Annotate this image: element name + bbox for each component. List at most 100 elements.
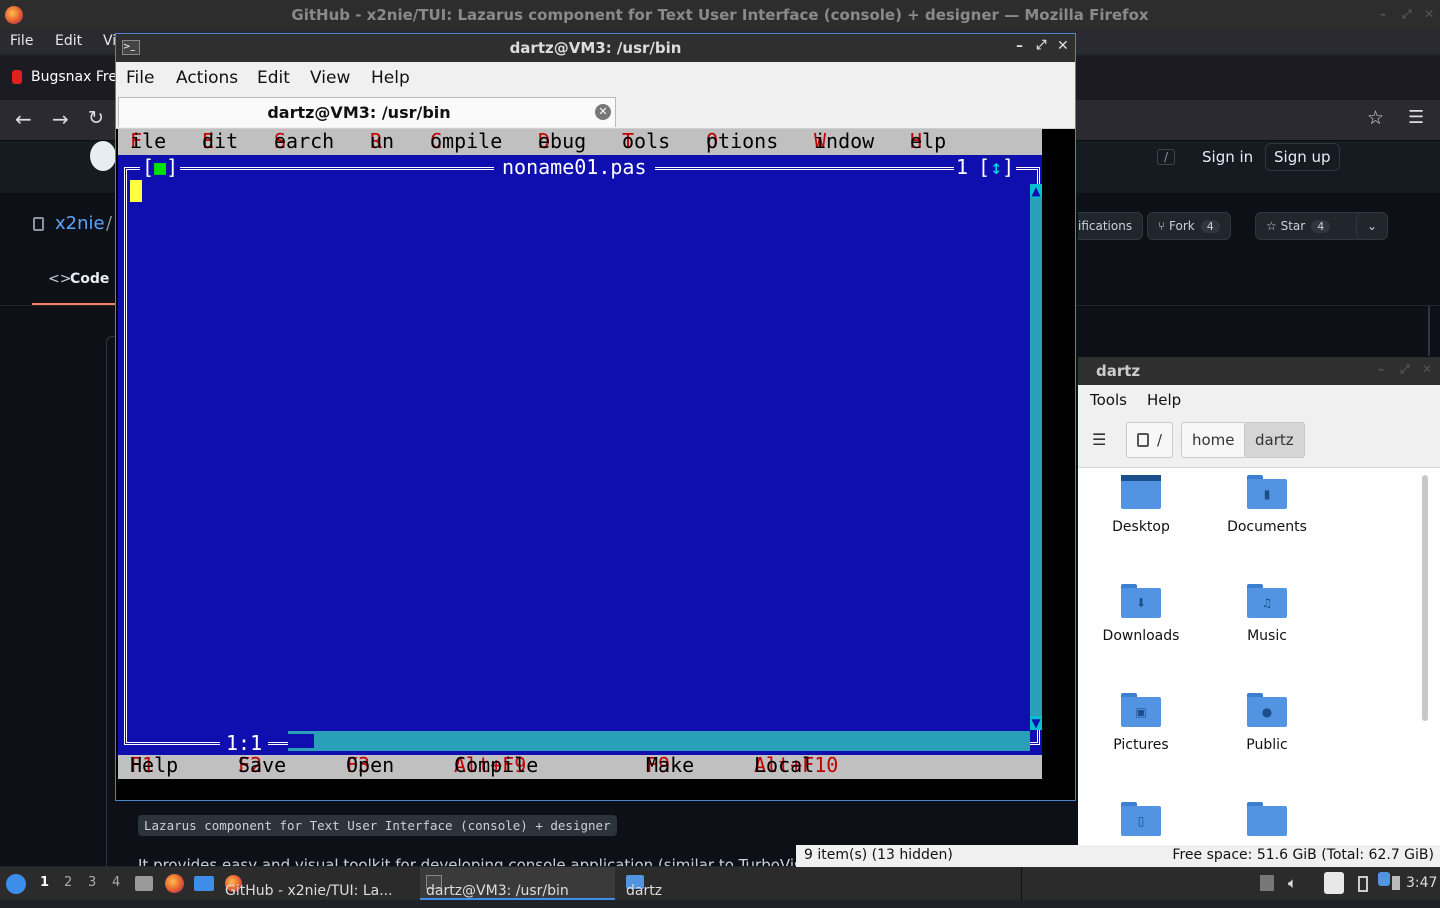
task-terminal[interactable]: dartz@VM3: /usr/bin bbox=[420, 867, 615, 900]
workspace-1[interactable]: 1 bbox=[40, 875, 49, 890]
tray-separator bbox=[1021, 867, 1022, 900]
terminal-menu-help[interactable]: Help bbox=[371, 68, 410, 88]
menu-label: ebug bbox=[538, 129, 587, 153]
volume-icon[interactable]: 🔈︎ bbox=[1288, 874, 1297, 892]
editor-vertical-scrollbar[interactable]: ▲ ▼ bbox=[1030, 184, 1042, 730]
terminal-menu-view[interactable]: View bbox=[310, 68, 350, 88]
workspace-3[interactable]: 3 bbox=[88, 875, 96, 890]
desktop-launcher-icon[interactable] bbox=[194, 876, 214, 891]
close-icon[interactable]: ✕ bbox=[1424, 7, 1434, 21]
tab-label: Bugsnax Fre bbox=[31, 69, 117, 85]
file-name: Desktop bbox=[1112, 519, 1170, 535]
repo-owner-link[interactable]: x2nie bbox=[55, 213, 105, 234]
path-root-button[interactable]: / bbox=[1126, 422, 1174, 458]
sign-up-button[interactable]: Sign up bbox=[1265, 143, 1340, 171]
minimize-icon[interactable]: – bbox=[1380, 7, 1386, 21]
workspace-2[interactable]: 2 bbox=[64, 875, 72, 890]
file-manager-window: dartz – ⤢ ✕ Tools Help ☰ / home dartz De… bbox=[796, 357, 1440, 867]
star-dropdown-button[interactable]: ⌄ bbox=[1356, 212, 1389, 240]
start-menu-icon[interactable] bbox=[6, 874, 26, 894]
fork-icon: ⑂ bbox=[1158, 219, 1170, 233]
list-item[interactable] bbox=[1204, 802, 1330, 836]
terminal-menu-file[interactable]: File bbox=[126, 68, 154, 88]
file-name: Music bbox=[1247, 628, 1287, 644]
tray-keyboard-icon[interactable] bbox=[1260, 875, 1274, 891]
editor-horizontal-scrollbar[interactable] bbox=[288, 731, 1030, 751]
forward-icon[interactable]: → bbox=[52, 107, 69, 131]
terminal-menu-actions[interactable]: Actions bbox=[176, 68, 238, 88]
list-item[interactable]: ♫ Music bbox=[1204, 584, 1330, 644]
battery-icon[interactable] bbox=[1358, 876, 1368, 892]
tab-code[interactable]: <> Code bbox=[32, 263, 116, 305]
close-icon[interactable]: ✕ bbox=[1422, 362, 1432, 376]
list-item[interactable]: ⬇ Downloads bbox=[1078, 584, 1204, 644]
bookmark-star-icon[interactable]: ☆ bbox=[1367, 107, 1384, 129]
fm-menu-tools[interactable]: Tools bbox=[1090, 391, 1127, 409]
chevron-down-icon: ⌄ bbox=[1367, 219, 1378, 233]
sign-in-link[interactable]: Sign in bbox=[1193, 143, 1262, 171]
scroll-left-icon[interactable] bbox=[288, 734, 314, 748]
editor-close-box[interactable]: [■] bbox=[140, 155, 181, 179]
path-segment: / bbox=[1157, 431, 1163, 449]
list-item[interactable]: ▯ bbox=[1078, 802, 1204, 836]
status-label: Make bbox=[646, 753, 695, 777]
list-item[interactable]: ▮ Documents bbox=[1204, 475, 1330, 535]
terminal-tabbar: dartz@VM3: /usr/bin ✕ bbox=[116, 96, 1075, 129]
workspace-4[interactable]: 4 bbox=[112, 875, 120, 890]
item-count: 9 item(s) (13 hidden) bbox=[804, 847, 953, 863]
editor-zoom-box[interactable]: 1 [↕] bbox=[954, 155, 1017, 179]
menu-label: ile bbox=[130, 129, 167, 153]
task-label: dartz bbox=[626, 883, 663, 899]
desktop-folder-icon bbox=[1121, 475, 1161, 509]
reload-icon[interactable]: ↻ bbox=[88, 107, 104, 129]
github-logo-icon[interactable] bbox=[90, 141, 116, 171]
terminal-menubar: File Actions Edit View Help bbox=[116, 62, 1075, 96]
list-view-icon[interactable]: ☰ bbox=[1092, 430, 1106, 449]
notifications-button[interactable]: ifications bbox=[1078, 212, 1144, 240]
network-icon[interactable] bbox=[1392, 876, 1400, 890]
fm-menu-help[interactable]: Help bbox=[1147, 391, 1181, 409]
tab-favicon-icon bbox=[12, 70, 22, 84]
clipboard-icon[interactable] bbox=[1324, 872, 1344, 894]
back-icon[interactable]: ← bbox=[15, 107, 32, 131]
maximize-icon[interactable]: ⤢ bbox=[1036, 38, 1046, 53]
file-grid-scrollbar[interactable] bbox=[1422, 475, 1428, 721]
about-panel-border bbox=[1428, 306, 1430, 356]
menu-file[interactable]: File bbox=[10, 33, 33, 49]
file-manager-launcher-icon[interactable] bbox=[135, 876, 153, 891]
file-manager-statusbar: 9 item(s) (13 hidden) Free space: 51.6 G… bbox=[796, 845, 1440, 867]
star-icon: ☆ bbox=[1266, 219, 1281, 233]
bracket: [ bbox=[142, 155, 155, 179]
minimize-icon[interactable]: – bbox=[1378, 362, 1384, 376]
firefox-launcher-icon[interactable] bbox=[165, 874, 184, 893]
hamburger-menu-icon[interactable]: ☰ bbox=[1408, 107, 1424, 128]
code-tab-label: Code bbox=[70, 271, 110, 287]
terminal-menu-edit[interactable]: Edit bbox=[257, 68, 290, 88]
terminal-tab[interactable]: dartz@VM3: /usr/bin ✕ bbox=[118, 97, 616, 127]
update-notifier-icon[interactable] bbox=[1378, 872, 1390, 886]
file-name: Documents bbox=[1227, 519, 1307, 535]
public-folder-icon: ● bbox=[1247, 693, 1287, 727]
cursor-position: 1:1 bbox=[220, 731, 269, 755]
minimize-icon[interactable]: – bbox=[1016, 38, 1023, 54]
zoom-icon: ↕ bbox=[990, 155, 1003, 179]
path-home-button[interactable]: home bbox=[1181, 422, 1246, 458]
status-label: Save bbox=[238, 753, 287, 777]
menu-edit[interactable]: Edit bbox=[55, 33, 82, 49]
list-item[interactable]: ● Public bbox=[1204, 693, 1330, 753]
drive-icon bbox=[1137, 433, 1149, 447]
maximize-icon[interactable]: ⤢ bbox=[1402, 7, 1412, 22]
scroll-down-icon[interactable]: ▼ bbox=[1030, 716, 1042, 730]
firefox-window-title: GitHub - x2nie/TUI: Lazarus component fo… bbox=[291, 6, 1149, 24]
close-icon[interactable]: ✕ bbox=[1057, 38, 1069, 54]
path-dartz-button[interactable]: dartz bbox=[1244, 422, 1305, 458]
tab-close-icon[interactable]: ✕ bbox=[595, 104, 611, 120]
firefox-titlebar: GitHub - x2nie/TUI: Lazarus component fo… bbox=[0, 0, 1440, 30]
list-item[interactable]: ▣ Pictures bbox=[1078, 693, 1204, 753]
maximize-icon[interactable]: ⤢ bbox=[1400, 362, 1410, 377]
scroll-up-icon[interactable]: ▲ bbox=[1030, 184, 1042, 198]
list-item[interactable]: Desktop bbox=[1078, 475, 1204, 535]
fork-button[interactable]: ⑂ Fork 4 bbox=[1147, 212, 1231, 240]
bugsnax-tab[interactable]: Bugsnax Fre bbox=[0, 64, 117, 92]
file-grid: Desktop ▮ Documents ⬇ Downloads ♫ Music … bbox=[1078, 469, 1418, 841]
